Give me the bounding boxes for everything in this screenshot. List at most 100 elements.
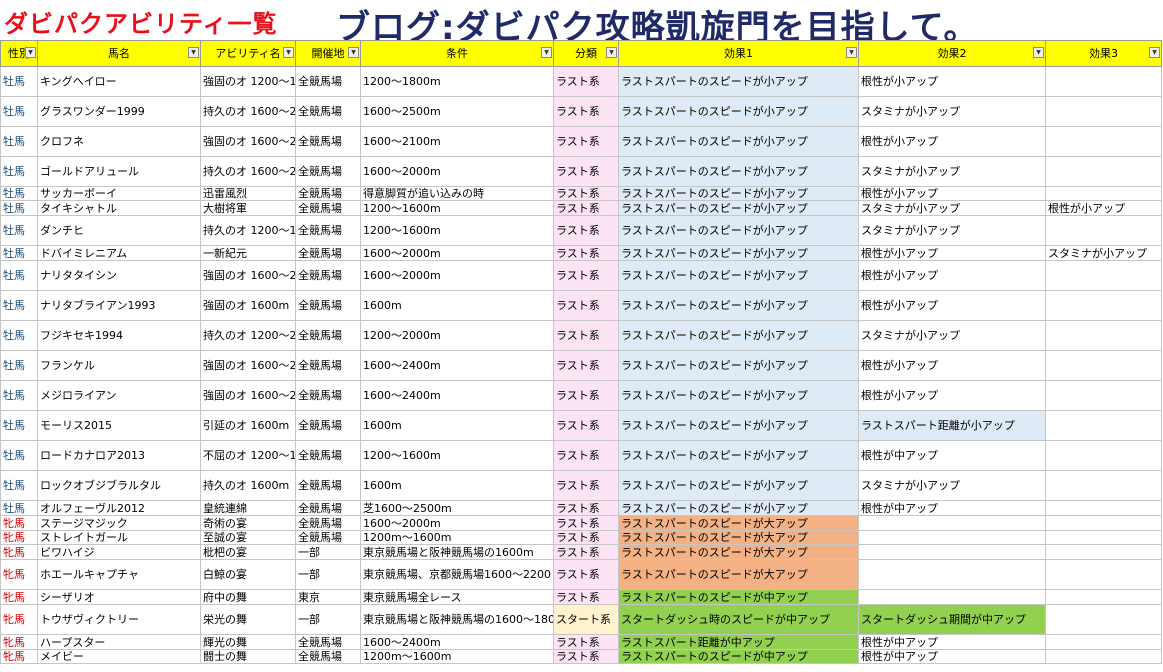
filter-active-icon[interactable]: ▼ xyxy=(541,47,552,58)
effect1-cell[interactable]: スタートダッシュ時のスピードが中アップ xyxy=(618,604,859,635)
sex-cell[interactable]: 牡馬 xyxy=(0,350,38,381)
horse-name-cell[interactable]: サッカーボーイ xyxy=(37,186,201,201)
class-cell[interactable]: ラスト系 xyxy=(553,544,619,560)
ability-name-cell[interactable]: 持久のオ 1200〜2000m xyxy=(200,320,296,351)
sex-cell[interactable]: 牡馬 xyxy=(0,66,38,97)
class-cell[interactable]: ラスト系 xyxy=(553,649,619,664)
effect3-cell[interactable] xyxy=(1045,440,1162,471)
effect1-cell[interactable]: ラストスパートのスピードが大アップ xyxy=(618,515,859,531)
condition-cell[interactable]: 1600〜2000m xyxy=(360,245,554,261)
filter-dropdown-icon[interactable]: ▼ xyxy=(1033,47,1044,58)
effect1-cell[interactable]: ラストスパートのスピードが小アップ xyxy=(618,290,859,321)
venue-cell[interactable]: 全競馬場 xyxy=(295,634,361,650)
venue-cell[interactable]: 全競馬場 xyxy=(295,470,361,501)
effect2-cell[interactable]: 根性が中アップ xyxy=(858,634,1046,650)
ability-name-cell[interactable]: 強固のオ 1600m xyxy=(200,290,296,321)
ability-name-cell[interactable]: 栄光の舞 xyxy=(200,604,296,635)
horse-name-cell[interactable]: メイビー xyxy=(37,649,201,664)
effect2-cell[interactable] xyxy=(858,515,1046,531)
condition-cell[interactable]: 1600〜2400m xyxy=(360,380,554,411)
condition-cell[interactable]: 1600〜2400m xyxy=(360,634,554,650)
effect1-cell[interactable]: ラストスパート距離が中アップ xyxy=(618,634,859,650)
horse-name-cell[interactable]: ビワハイジ xyxy=(37,544,201,560)
effect2-cell[interactable]: スタミナが小アップ xyxy=(858,320,1046,351)
class-cell[interactable]: ラスト系 xyxy=(553,515,619,531)
effect3-cell[interactable] xyxy=(1045,649,1162,664)
venue-cell[interactable]: 全競馬場 xyxy=(295,649,361,664)
sex-cell[interactable]: 牡馬 xyxy=(0,245,38,261)
venue-cell[interactable]: 全競馬場 xyxy=(295,500,361,516)
condition-cell[interactable]: 1200m〜1600m xyxy=(360,530,554,545)
ability-name-cell[interactable]: 大樹将軍 xyxy=(200,200,296,216)
sex-cell[interactable]: 牡馬 xyxy=(0,126,38,157)
condition-cell[interactable]: 1600m xyxy=(360,290,554,321)
condition-cell[interactable]: 1200〜1600m xyxy=(360,215,554,246)
effect3-cell[interactable] xyxy=(1045,96,1162,127)
sex-cell[interactable]: 牝馬 xyxy=(0,634,38,650)
condition-cell[interactable]: 1600〜2500m xyxy=(360,96,554,127)
effect2-cell[interactable]: スタミナが小アップ xyxy=(858,96,1046,127)
venue-cell[interactable]: 全競馬場 xyxy=(295,530,361,545)
ability-name-cell[interactable]: 持久のオ 1600〜2500m xyxy=(200,96,296,127)
effect1-cell[interactable]: ラストスパートのスピードが小アップ xyxy=(618,500,859,516)
filter-dropdown-icon[interactable]: ▼ xyxy=(283,47,294,58)
class-cell[interactable]: ラスト系 xyxy=(553,156,619,187)
class-cell[interactable]: ラスト系 xyxy=(553,380,619,411)
horse-name-cell[interactable]: オルフェーヴル2012 xyxy=(37,500,201,516)
venue-cell[interactable]: 全競馬場 xyxy=(295,156,361,187)
effect2-cell[interactable] xyxy=(858,589,1046,605)
effect2-cell[interactable] xyxy=(858,559,1046,590)
effect2-cell[interactable]: スタートダッシュ期間が中アップ xyxy=(858,604,1046,635)
sex-cell[interactable]: 牡馬 xyxy=(0,440,38,471)
effect1-cell[interactable]: ラストスパートのスピードが小アップ xyxy=(618,440,859,471)
effect3-cell[interactable] xyxy=(1045,530,1162,545)
sex-cell[interactable]: 牡馬 xyxy=(0,380,38,411)
filter-dropdown-icon[interactable]: ▼ xyxy=(846,47,857,58)
condition-cell[interactable]: 東京競馬場全レース xyxy=(360,589,554,605)
horse-name-cell[interactable]: トウザヴィクトリー xyxy=(37,604,201,635)
effect2-cell[interactable]: 根性が中アップ xyxy=(858,440,1046,471)
class-cell[interactable]: ラスト系 xyxy=(553,96,619,127)
sex-cell[interactable]: 牝馬 xyxy=(0,649,38,664)
effect2-cell[interactable]: 根性が小アップ xyxy=(858,290,1046,321)
class-cell[interactable]: ラスト系 xyxy=(553,66,619,97)
effect3-cell[interactable] xyxy=(1045,544,1162,560)
class-cell[interactable]: スタート系 xyxy=(553,604,619,635)
effect1-cell[interactable]: ラストスパートのスピードが小アップ xyxy=(618,470,859,501)
sex-cell[interactable]: 牝馬 xyxy=(0,530,38,545)
horse-name-cell[interactable]: ナリタタイシン xyxy=(37,260,201,291)
filter-dropdown-icon[interactable]: ▼ xyxy=(1149,47,1160,58)
effect3-cell[interactable] xyxy=(1045,380,1162,411)
effect1-cell[interactable]: ラストスパートのスピードが小アップ xyxy=(618,245,859,261)
effect2-cell[interactable]: 根性が小アップ xyxy=(858,350,1046,381)
effect3-cell[interactable] xyxy=(1045,500,1162,516)
effect2-cell[interactable]: スタミナが小アップ xyxy=(858,156,1046,187)
class-cell[interactable]: ラスト系 xyxy=(553,350,619,381)
sex-cell[interactable]: 牡馬 xyxy=(0,96,38,127)
horse-name-cell[interactable]: ロードカナロア2013 xyxy=(37,440,201,471)
effect3-cell[interactable] xyxy=(1045,320,1162,351)
horse-name-cell[interactable]: フランケル xyxy=(37,350,201,381)
horse-name-cell[interactable]: フジキセキ1994 xyxy=(37,320,201,351)
ability-name-cell[interactable]: 引延のオ 1600m xyxy=(200,410,296,441)
sex-cell[interactable]: 牝馬 xyxy=(0,604,38,635)
effect3-cell[interactable] xyxy=(1045,66,1162,97)
venue-cell[interactable]: 全競馬場 xyxy=(295,290,361,321)
horse-name-cell[interactable]: クロフネ xyxy=(37,126,201,157)
venue-cell[interactable]: 全競馬場 xyxy=(295,440,361,471)
condition-cell[interactable]: 得意脚質が追い込みの時 xyxy=(360,186,554,201)
condition-cell[interactable]: 1600m xyxy=(360,470,554,501)
effect3-cell[interactable] xyxy=(1045,589,1162,605)
class-cell[interactable]: ラスト系 xyxy=(553,559,619,590)
effect1-cell[interactable]: ラストスパートのスピードが小アップ xyxy=(618,156,859,187)
effect2-cell[interactable]: 根性が小アップ xyxy=(858,380,1046,411)
sex-cell[interactable]: 牡馬 xyxy=(0,215,38,246)
sex-cell[interactable]: 牡馬 xyxy=(0,260,38,291)
effect3-cell[interactable] xyxy=(1045,604,1162,635)
condition-cell[interactable]: 1600〜2400m xyxy=(360,350,554,381)
ability-name-cell[interactable]: 持久のオ 1200〜1600m xyxy=(200,215,296,246)
ability-name-cell[interactable]: 強固のオ 1600〜2400m xyxy=(200,350,296,381)
condition-cell[interactable]: 1600〜2000m xyxy=(360,156,554,187)
ability-name-cell[interactable]: 闘士の舞 xyxy=(200,649,296,664)
class-cell[interactable]: ラスト系 xyxy=(553,470,619,501)
